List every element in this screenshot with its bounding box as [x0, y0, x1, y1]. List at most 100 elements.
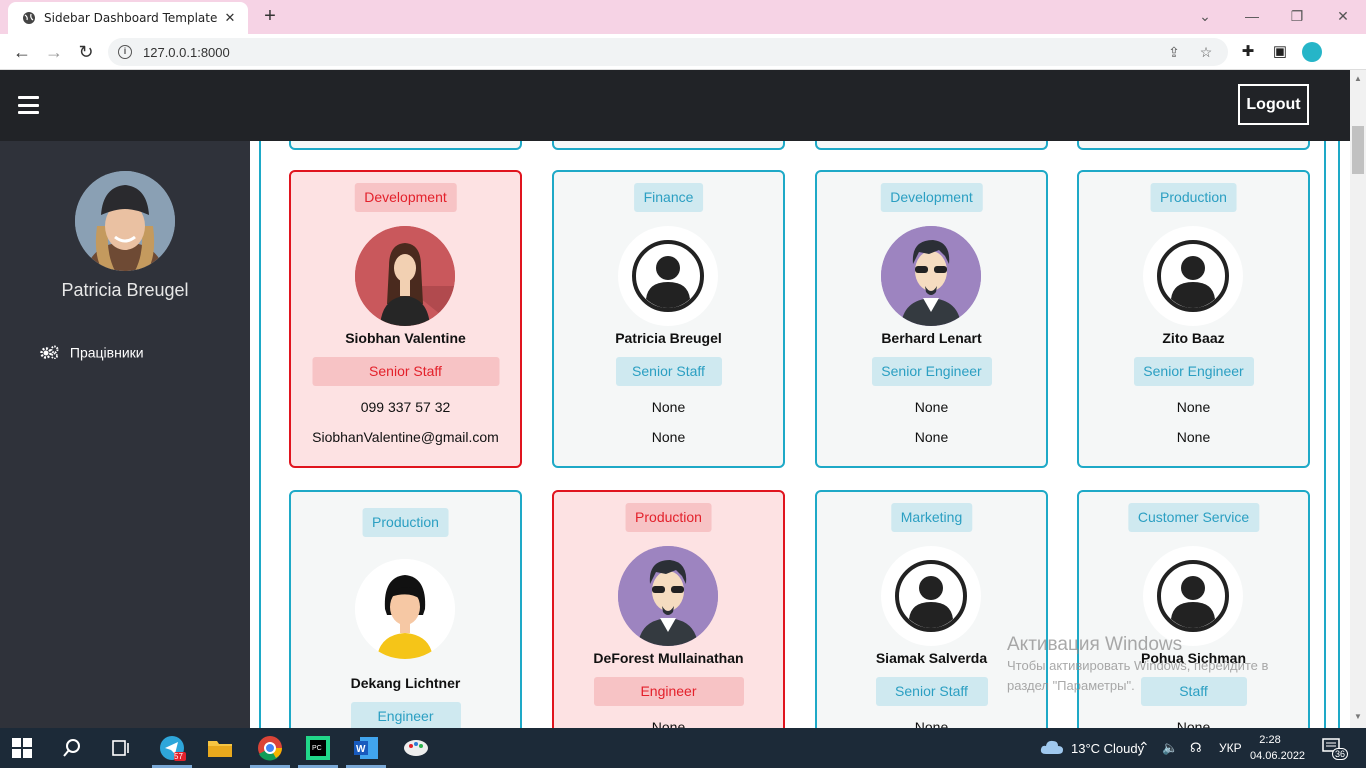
default-user-icon — [1143, 226, 1243, 326]
department-badge: Marketing — [890, 503, 973, 532]
clock-time: 2:28 — [1259, 734, 1281, 746]
employee-card[interactable]: Finance Patricia Breugel Senior Staff No… — [552, 170, 785, 468]
user-avatar — [75, 171, 175, 271]
notification-count: 36 — [1332, 748, 1349, 760]
word-icon[interactable]: W — [352, 734, 380, 762]
globe-icon — [23, 12, 35, 24]
employee-name: DeForest Mullainathan — [593, 650, 744, 666]
windows-taskbar: 57 PC W 13°C Cloudy ⌃ 🔈 ☊ УКР 2:28 04.06… — [0, 728, 1366, 768]
scroll-thumb[interactable] — [1352, 126, 1364, 174]
employee-avatar — [881, 226, 981, 326]
back-button[interactable]: ← — [12, 42, 32, 62]
browser-toolbar: ← → ↻ i 127.0.0.1:8000 ⇪ ☆ ✚ ▣ — [0, 34, 1366, 70]
chevron-down-icon[interactable]: ⌄ — [1195, 6, 1215, 26]
pycharm-icon[interactable]: PC — [304, 734, 332, 762]
position-badge: Engineer — [350, 702, 461, 728]
telegram-badge: 57 — [174, 752, 183, 761]
department-badge: Development — [354, 183, 457, 212]
employee-name: Zito Baaz — [1162, 330, 1225, 346]
info-icon[interactable]: i — [118, 45, 132, 59]
notification-center[interactable]: 36 — [1322, 738, 1349, 760]
employee-card[interactable]: Production Zito Baaz Senior Engineer Non… — [1077, 170, 1310, 468]
default-user-icon — [1143, 546, 1243, 646]
employee-email: None — [1176, 429, 1211, 445]
department-badge: Finance — [633, 183, 704, 212]
sidebar-item-employees[interactable]: Працівники — [40, 343, 144, 361]
employee-card-partial — [552, 141, 785, 150]
employee-name: Siobhan Valentine — [345, 330, 466, 346]
extensions-icon[interactable]: ✚ — [1238, 42, 1258, 62]
file-explorer-icon[interactable] — [206, 734, 234, 762]
star-icon[interactable]: ☆ — [1198, 44, 1214, 60]
windows-activation-watermark: Активация Windows Чтобы активировать Win… — [1007, 634, 1268, 696]
speaker-icon[interactable]: 🔈 — [1162, 740, 1178, 756]
url-text[interactable]: 127.0.0.1:8000 — [143, 45, 230, 60]
paint-icon[interactable] — [402, 734, 430, 762]
cloud-icon[interactable] — [1040, 738, 1064, 756]
taskbar-clock[interactable]: 2:28 04.06.2022 — [1250, 732, 1305, 764]
position-badge: Senior Staff — [312, 357, 499, 386]
employee-email: None — [651, 429, 686, 445]
position-badge: Senior Staff — [875, 677, 988, 706]
language-indicator[interactable]: УКР — [1219, 741, 1242, 755]
employee-card[interactable]: Development Siobhan Valentine Senior Sta… — [289, 170, 522, 468]
watermark-line-2: раздел "Параметры". — [1007, 678, 1135, 693]
svg-text:PC: PC — [312, 745, 322, 752]
employee-phone: None — [651, 399, 686, 415]
close-tab-icon[interactable]: ✕ — [222, 10, 238, 26]
minimize-button[interactable]: — — [1242, 6, 1262, 26]
hamburger-menu-icon[interactable] — [18, 96, 39, 114]
close-window-button[interactable]: ✕ — [1333, 6, 1353, 26]
sidebar: Patricia Breugel Працівники — [0, 141, 250, 728]
department-badge: Customer Service — [1127, 503, 1260, 532]
employee-phone: None — [1176, 719, 1211, 728]
profile-avatar[interactable] — [1302, 42, 1322, 62]
employee-card[interactable]: Production Dekang Lichtner Engineer — [289, 490, 522, 728]
sidebar-user-name: Patricia Breugel — [61, 280, 189, 300]
restore-button[interactable]: ❐ — [1287, 6, 1307, 26]
position-badge: Senior Engineer — [1133, 357, 1254, 386]
department-badge: Development — [880, 183, 983, 212]
default-user-icon — [618, 226, 718, 326]
position-badge: Senior Engineer — [871, 357, 992, 386]
content-border-left — [259, 141, 261, 728]
weather-text[interactable]: 13°C Cloudy — [1071, 741, 1144, 756]
department-badge: Production — [1150, 183, 1237, 212]
employee-card-partial — [815, 141, 1048, 150]
search-icon[interactable] — [62, 738, 82, 758]
employee-card[interactable]: Development Berhard Lenart Senior Engine… — [815, 170, 1048, 468]
tab-title: Sidebar Dashboard Template — [44, 11, 218, 25]
employee-card[interactable]: Production DeForest Mullainathan Enginee… — [552, 490, 785, 728]
employee-phone: 099 337 57 32 — [360, 399, 451, 415]
address-bar[interactable]: i 127.0.0.1:8000 ⇪ ☆ — [108, 38, 1228, 66]
browser-tab[interactable]: Sidebar Dashboard Template ✕ — [8, 2, 248, 34]
employee-email: SiobhanValentine@gmail.com — [312, 429, 499, 445]
windows-start-icon[interactable] — [12, 738, 32, 758]
reload-button[interactable]: ↻ — [76, 42, 96, 62]
page-scrollbar[interactable]: ▲ ▼ — [1350, 70, 1366, 728]
employee-name: Patricia Breugel — [615, 330, 722, 346]
chevron-up-icon[interactable]: ⌃ — [1138, 739, 1150, 756]
forward-button[interactable]: → — [44, 42, 64, 62]
employee-phone: None — [914, 399, 949, 415]
default-user-icon — [881, 546, 981, 646]
position-badge: Engineer — [593, 677, 744, 706]
employee-card-partial — [289, 141, 522, 150]
employee-card-partial — [1077, 141, 1310, 150]
side-panel-icon[interactable]: ▣ — [1270, 42, 1290, 62]
scroll-up-icon[interactable]: ▲ — [1354, 74, 1362, 83]
content-border-right — [1324, 141, 1326, 728]
task-view-icon[interactable] — [110, 738, 130, 758]
chrome-icon[interactable] — [256, 734, 284, 762]
employee-name: Dekang Lichtner — [350, 675, 461, 691]
watermark-title: Активация Windows — [1007, 634, 1183, 655]
scroll-down-icon[interactable]: ▼ — [1354, 712, 1362, 721]
position-badge: Senior Staff — [615, 357, 722, 386]
employee-avatar — [355, 226, 455, 326]
svg-text:W: W — [356, 744, 366, 755]
logout-button[interactable]: Logout — [1238, 84, 1309, 125]
network-icon[interactable]: ☊ — [1190, 740, 1202, 756]
new-tab-button[interactable]: + — [260, 6, 280, 26]
department-badge: Production — [362, 508, 449, 537]
share-icon[interactable]: ⇪ — [1166, 44, 1182, 60]
